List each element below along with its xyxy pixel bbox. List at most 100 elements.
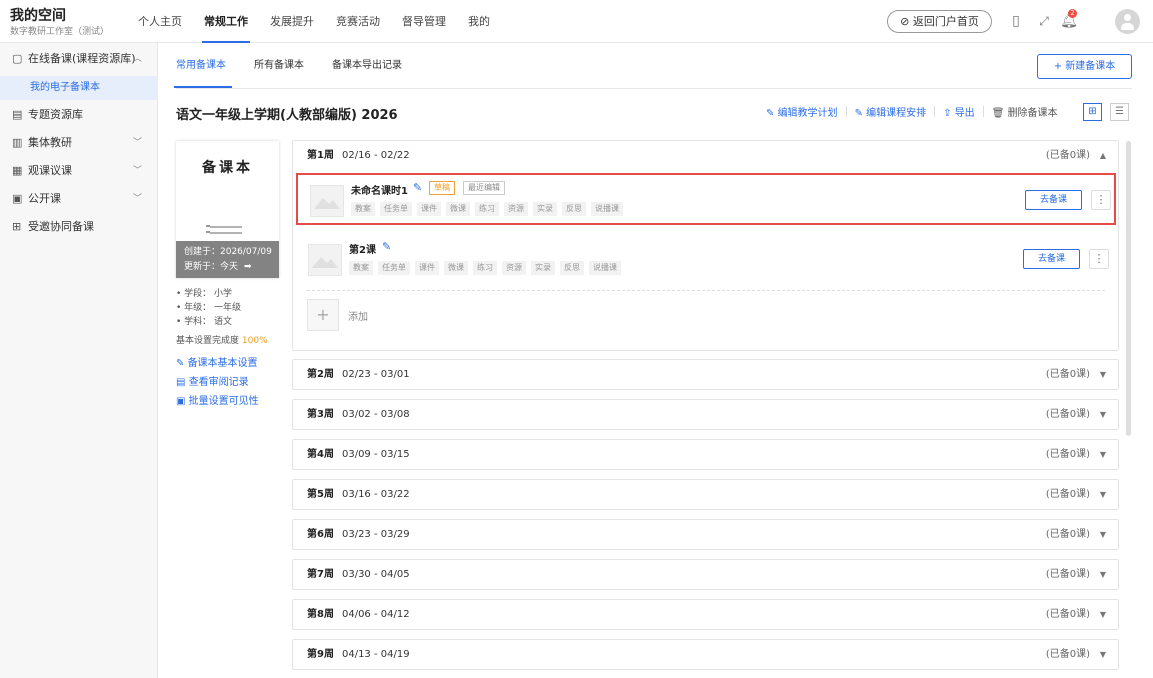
review-records-label: 查看审阅记录 xyxy=(188,377,249,388)
chevron-down-icon[interactable]: ▼ xyxy=(1100,440,1106,470)
nav-item-supervision[interactable]: 督导管理 xyxy=(402,0,446,43)
chevron-down-icon[interactable]: ▼ xyxy=(1100,560,1106,590)
week-label: 第3周 xyxy=(307,409,334,420)
chip-lesson-plan[interactable]: 教案 xyxy=(349,261,373,275)
chevron-down-icon[interactable]: ▼ xyxy=(1100,400,1106,430)
chip-recording[interactable]: 实录 xyxy=(533,202,557,216)
grid-view-icon[interactable]: ⊞ xyxy=(1083,103,1102,121)
sidebar-item-label: 专题资源库 xyxy=(28,108,83,121)
chip-micro-lesson[interactable]: 微课 xyxy=(446,202,470,216)
week-panel[interactable]: 第5周 03/16 - 03/22 (已备0课) ▼ xyxy=(292,479,1119,510)
chevron-down-icon: ﹀ xyxy=(132,194,142,204)
chip-exercise[interactable]: 练习 xyxy=(473,261,497,275)
sidebar-item-invited-prep[interactable]: ⊞ 受邀协同备课 xyxy=(0,213,158,241)
tabs: 常用备课本 所有备课本 备课本导出记录 xyxy=(174,43,430,88)
week-panel[interactable]: 第4周 03/09 - 03/15 (已备0课) ▼ xyxy=(292,439,1119,470)
chevron-down-icon[interactable]: ▼ xyxy=(1100,600,1106,630)
edit-plan-button[interactable]: ✎ 编辑教学计划 xyxy=(766,104,838,119)
more-icon[interactable]: ⋮ xyxy=(1091,190,1111,210)
go-prepare-button[interactable]: 去备课 xyxy=(1025,190,1082,210)
avatar[interactable] xyxy=(1115,9,1140,34)
sidebar-item-observe-class[interactable]: ▦ 观课议课 ﹀ xyxy=(0,157,158,185)
chevron-down-icon[interactable]: ▼ xyxy=(1100,360,1106,390)
edit-schedule-button[interactable]: ✎ 编辑课程安排 xyxy=(855,104,927,119)
chevron-down-icon[interactable]: ▼ xyxy=(1100,520,1106,550)
chip-exercise[interactable]: 练习 xyxy=(475,202,499,216)
meta-stage: • 学段： 小学 xyxy=(176,289,233,299)
chevron-down-icon[interactable]: ▼ xyxy=(1100,640,1106,670)
week-panel[interactable]: 第8周 04/06 - 04/12 (已备0课) ▼ xyxy=(292,599,1119,630)
chip-presentation[interactable]: 说播课 xyxy=(591,202,623,216)
week-range: 03/16 - 03/22 xyxy=(341,489,410,500)
nav-item-development[interactable]: 发展提升 xyxy=(270,0,314,43)
scrollbar[interactable] xyxy=(1126,141,1131,436)
chevron-down-icon: ﹀ xyxy=(132,166,142,176)
resource-chips: 教案 任务单 课件 微课 练习 资源 实录 反思 说播课 xyxy=(351,202,628,216)
edit-icon[interactable]: ✎ xyxy=(413,181,422,194)
week-panel[interactable]: 第7周 03/30 - 04/05 (已备0课) ▼ xyxy=(292,559,1119,590)
more-icon[interactable]: ⋮ xyxy=(1089,249,1109,269)
week-panel[interactable]: 第2周 02/23 - 03/01 (已备0课) ▼ xyxy=(292,359,1119,390)
tablet-icon[interactable]: ▯ xyxy=(1007,12,1025,30)
columns-icon: ▥ xyxy=(12,136,23,149)
chip-resource[interactable]: 资源 xyxy=(504,202,528,216)
chevron-up-icon[interactable]: ▲ xyxy=(1100,141,1106,171)
chip-slides[interactable]: 课件 xyxy=(415,261,439,275)
chip-task-sheet[interactable]: 任务单 xyxy=(380,202,412,216)
week-panel[interactable]: 第6周 03/23 - 03/29 (已备0课) ▼ xyxy=(292,519,1119,550)
export-icon: ⇪ xyxy=(943,108,955,119)
delete-book-label: 删除备课本 xyxy=(1007,108,1058,119)
add-lesson-label: 添加 xyxy=(348,312,368,323)
main-nav: 个人主页 常规工作 发展提升 竞赛活动 督导管理 我的 xyxy=(138,0,512,43)
chevron-down-icon[interactable]: ▼ xyxy=(1100,480,1106,510)
page-title: 语文一年级上学期(人教部编版) 2026 xyxy=(176,108,398,123)
chip-resource[interactable]: 资源 xyxy=(502,261,526,275)
list-view-icon[interactable]: ☰ xyxy=(1110,103,1129,121)
nav-item-mine[interactable]: 我的 xyxy=(468,0,490,43)
nav-item-competition[interactable]: 竞赛活动 xyxy=(336,0,380,43)
chip-lesson-plan[interactable]: 教案 xyxy=(351,202,375,216)
edit-icon: ✎ xyxy=(176,358,188,369)
nav-item-home[interactable]: 个人主页 xyxy=(138,0,182,43)
week-count: (已备0课) xyxy=(1045,569,1090,580)
sidebar-item-my-ebook[interactable]: 我的电子备课本 xyxy=(0,76,158,100)
week-header: 第4周 03/09 - 03/15 xyxy=(307,440,410,470)
delete-book-button[interactable]: 🗑︎ 删除备课本 xyxy=(992,104,1058,119)
return-portal-button[interactable]: ⊘ 返回门户首页 xyxy=(887,10,992,33)
book-cover[interactable]: 备课本 创建于：2026/07/09 更新于：今天 ➡ xyxy=(176,141,279,278)
team-icon: ⊞ xyxy=(12,220,22,233)
chip-presentation[interactable]: 说播课 xyxy=(589,261,621,275)
new-book-button[interactable]: + 新建备课本 xyxy=(1037,54,1132,79)
export-button[interactable]: ⇪ 导出 xyxy=(943,104,975,119)
tab-all-books[interactable]: 所有备课本 xyxy=(254,43,304,88)
tab-export-records[interactable]: 备课本导出记录 xyxy=(332,43,402,88)
basic-settings-link[interactable]: ✎ 备课本基本设置 xyxy=(176,354,258,369)
week-count: (已备0课) xyxy=(1045,150,1090,161)
go-prepare-button[interactable]: 去备课 xyxy=(1023,249,1080,269)
sidebar-item-open-class[interactable]: ▣ 公开课 ﹀ xyxy=(0,185,158,213)
chip-slides[interactable]: 课件 xyxy=(417,202,441,216)
review-records-link[interactable]: ▤ 查看审阅记录 xyxy=(176,373,249,388)
week-header[interactable]: 第1周 02/16 - 02/22 xyxy=(307,141,410,171)
chip-task-sheet[interactable]: 任务单 xyxy=(378,261,410,275)
week-panel[interactable]: 第3周 03/02 - 03/08 (已备0课) ▼ xyxy=(292,399,1119,430)
batch-visibility-link[interactable]: ▣ 批量设置可见性 xyxy=(176,392,259,407)
chip-micro-lesson[interactable]: 微课 xyxy=(444,261,468,275)
screen-icon: ▣ xyxy=(12,192,23,205)
week-panel: 第1周 02/16 - 02/22 (已备0课) ▲ 未命名课时1 ✎ 草稿 最近… xyxy=(292,140,1119,351)
chip-reflection[interactable]: 反思 xyxy=(560,261,584,275)
file-icon: ▢ xyxy=(12,52,23,65)
image-placeholder-icon xyxy=(310,185,344,217)
chip-recording[interactable]: 实录 xyxy=(531,261,555,275)
sidebar-item-collective-research[interactable]: ▥ 集体教研 ﹀ xyxy=(0,129,158,157)
nav-item-routine-work[interactable]: 常规工作 xyxy=(202,0,250,43)
sidebar-item-topic-library[interactable]: ▤ 专题资源库 xyxy=(0,101,158,129)
sidebar-item-online-prep[interactable]: ▢ 在线备课(课程资源库) ︿ xyxy=(0,45,158,73)
add-lesson-button[interactable]: + xyxy=(307,299,339,331)
tab-common-books[interactable]: 常用备课本 xyxy=(174,43,232,88)
edit-icon[interactable]: ✎ xyxy=(382,240,391,253)
fullscreen-icon[interactable]: ⤢ xyxy=(1035,12,1053,30)
week-panel[interactable]: 第9周 04/13 - 04/19 (已备0课) ▼ xyxy=(292,639,1119,670)
chip-reflection[interactable]: 反思 xyxy=(562,202,586,216)
meta-grade: • 年级： 一年级 xyxy=(176,303,242,313)
